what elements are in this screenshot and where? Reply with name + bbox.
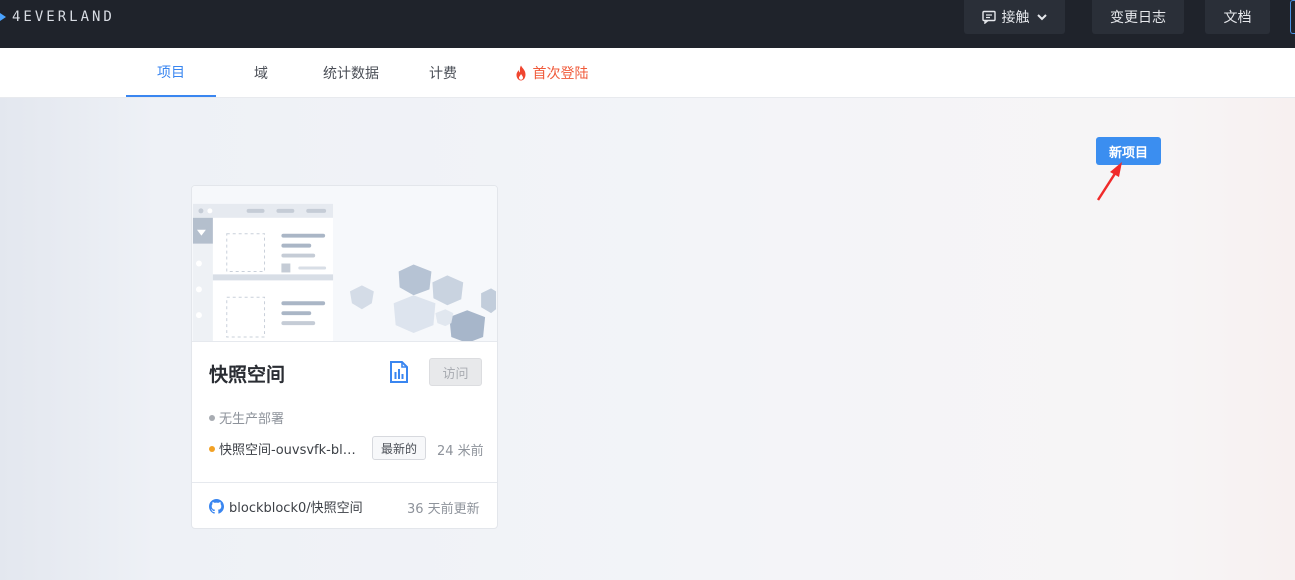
updated-time: 36 天前更新 — [407, 502, 480, 517]
tab-label: 项目 — [157, 64, 185, 81]
fire-icon — [516, 65, 525, 80]
chart-report-icon[interactable] — [390, 361, 408, 383]
logo-mark-icon — [0, 13, 6, 21]
repository-link[interactable]: blockblock0/快照空间 — [209, 497, 363, 516]
changelog-label: 变更日志 — [1110, 10, 1166, 26]
logo[interactable]: 4EVERLAND — [0, 9, 115, 25]
card-divider — [192, 482, 497, 483]
tab-label: 统计数据 — [323, 65, 379, 82]
deployment-name[interactable]: 快照空间-ouvsvfk-blockblock0 — [219, 439, 362, 458]
production-status-text: 无生产部署 — [219, 412, 285, 427]
tab-first-login[interactable]: 首次登陆 — [505, 48, 597, 97]
docs-label: 文档 — [1223, 10, 1252, 26]
project-title[interactable]: 快照空间 — [209, 360, 285, 387]
latest-badge: 最新的 — [372, 436, 426, 460]
message-icon — [981, 10, 996, 24]
main-tabs: 项目 域 统计数据 计费 首次登陆 — [0, 48, 1295, 98]
repository-name[interactable]: blockblock0/快照空间 — [229, 497, 363, 516]
project-card[interactable]: 快照空间 访问 无生产部署 快照空间-ouvsvfk-blockblock0 最… — [191, 185, 498, 529]
annotation-arrow-icon — [1096, 162, 1122, 201]
tab-domains[interactable]: 域 — [239, 48, 283, 97]
production-status: 无生产部署 — [209, 408, 284, 427]
tab-label: 计费 — [429, 65, 457, 82]
tab-billing[interactable]: 计费 — [419, 48, 467, 97]
tab-label: 首次登陆 — [532, 65, 589, 82]
feedback-label: 接触 — [1001, 10, 1030, 26]
status-dot — [209, 414, 215, 421]
logo-text: 4EVERLAND — [12, 9, 115, 25]
chevron-down-icon — [1036, 14, 1047, 21]
deploy-status-dot — [209, 445, 215, 452]
changelog-button[interactable]: 变更日志 — [1092, 0, 1184, 34]
tab-label: 域 — [254, 65, 268, 82]
deployment-time: 24 米前 — [437, 444, 484, 459]
feedback-button[interactable]: 接触 — [964, 0, 1065, 34]
top-navigation-bar: 4EVERLAND 接触 变更日志 文档 — [0, 0, 1295, 48]
tab-projects[interactable]: 项目 — [126, 48, 216, 97]
github-icon — [209, 499, 224, 514]
account-button-edge[interactable] — [1290, 0, 1295, 34]
project-preview-image — [192, 186, 497, 342]
visit-button[interactable]: 访问 — [429, 358, 482, 386]
tab-statistics[interactable]: 统计数据 — [313, 48, 389, 97]
docs-button[interactable]: 文档 — [1205, 0, 1270, 34]
latest-deployment[interactable]: 快照空间-ouvsvfk-blockblock0 — [209, 439, 362, 458]
